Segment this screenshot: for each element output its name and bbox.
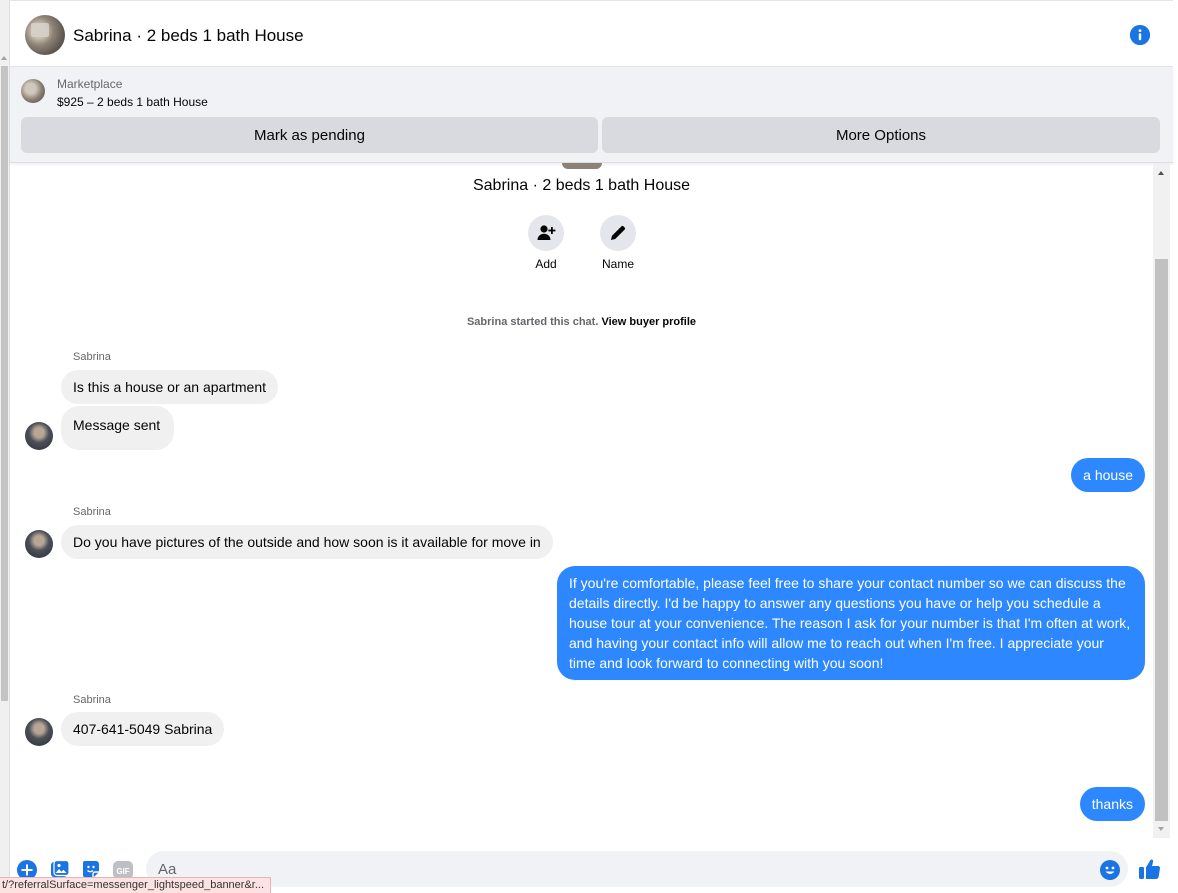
conversation-title: Sabrina · 2 beds 1 bath House <box>472 177 691 194</box>
listing-price-title[interactable]: $925 – 2 beds 1 bath House <box>57 95 208 109</box>
conversation-header: Sabrina · 2 beds 1 bath House <box>10 0 1173 67</box>
mark-as-pending-button[interactable]: Mark as pending <box>21 117 598 153</box>
sender-name: Sabrina <box>73 351 111 363</box>
status-url-tooltip: t/?referralSurface=messenger_lightspeed_… <box>0 877 272 893</box>
sender-name: Sabrina <box>73 694 111 706</box>
started-text: Sabrina started this chat. <box>466 316 599 328</box>
pencil-icon[interactable] <box>600 215 636 251</box>
outgoing-message[interactable]: thanks <box>1079 787 1145 821</box>
scroll-thumb[interactable] <box>1155 259 1168 821</box>
messenger-page: Sabrina · 2 beds 1 bath House Marketplac… <box>0 0 1178 893</box>
header-title[interactable]: Sabrina · 2 beds 1 bath House <box>73 26 304 46</box>
incoming-message[interactable]: Is this a house or an apartment <box>61 370 278 404</box>
name-label: Name <box>601 257 634 271</box>
sabrina-avatar[interactable] <box>25 422 53 450</box>
outgoing-message[interactable]: a house <box>1071 458 1145 492</box>
sender-name: Sabrina <box>73 506 111 518</box>
chat-started-notice: Sabrina started this chat. View buyer pr… <box>10 316 1153 328</box>
more-options-button[interactable]: More Options <box>602 117 1160 153</box>
add-label: Add <box>535 257 557 271</box>
view-buyer-profile-link[interactable]: View buyer profile <box>601 316 696 328</box>
scroll-down-arrow[interactable] <box>1158 827 1164 831</box>
message-input[interactable] <box>146 851 1128 887</box>
svg-text:GIF: GIF <box>116 867 129 876</box>
add-people-action[interactable]: Add <box>516 215 576 271</box>
left-scrollbar[interactable] <box>0 0 10 893</box>
sabrina-avatar[interactable] <box>25 718 53 746</box>
edit-name-action[interactable]: Name <box>588 215 648 271</box>
conversation-avatar <box>562 163 602 169</box>
left-scroll-thumb[interactable] <box>1 66 8 701</box>
emoji-icon[interactable] <box>1100 860 1120 880</box>
outgoing-message[interactable]: If you're comfortable, please feel free … <box>557 566 1145 680</box>
incoming-message[interactable]: Do you have pictures of the outside and … <box>61 525 553 559</box>
add-person-icon[interactable] <box>528 215 564 251</box>
left-scroll-up-arrow[interactable] <box>1 56 7 60</box>
listing-thumbnail[interactable] <box>21 79 45 103</box>
incoming-message[interactable]: Message sent <box>61 406 175 450</box>
marketplace-banner: Marketplace $925 – 2 beds 1 bath House M… <box>10 67 1173 163</box>
listing-avatar[interactable] <box>25 15 65 55</box>
message-thread: Sabrina · 2 beds 1 bath House Add Name S… <box>10 163 1153 843</box>
marketplace-label: Marketplace <box>57 77 123 91</box>
scroll-up-arrow[interactable] <box>1158 171 1164 175</box>
incoming-message[interactable]: 407-641-5049 Sabrina <box>61 712 225 746</box>
thread-scrollbar[interactable] <box>1153 163 1170 838</box>
sabrina-avatar[interactable] <box>25 530 53 558</box>
like-thumb-icon[interactable] <box>1138 857 1162 881</box>
info-icon[interactable] <box>1130 25 1150 45</box>
